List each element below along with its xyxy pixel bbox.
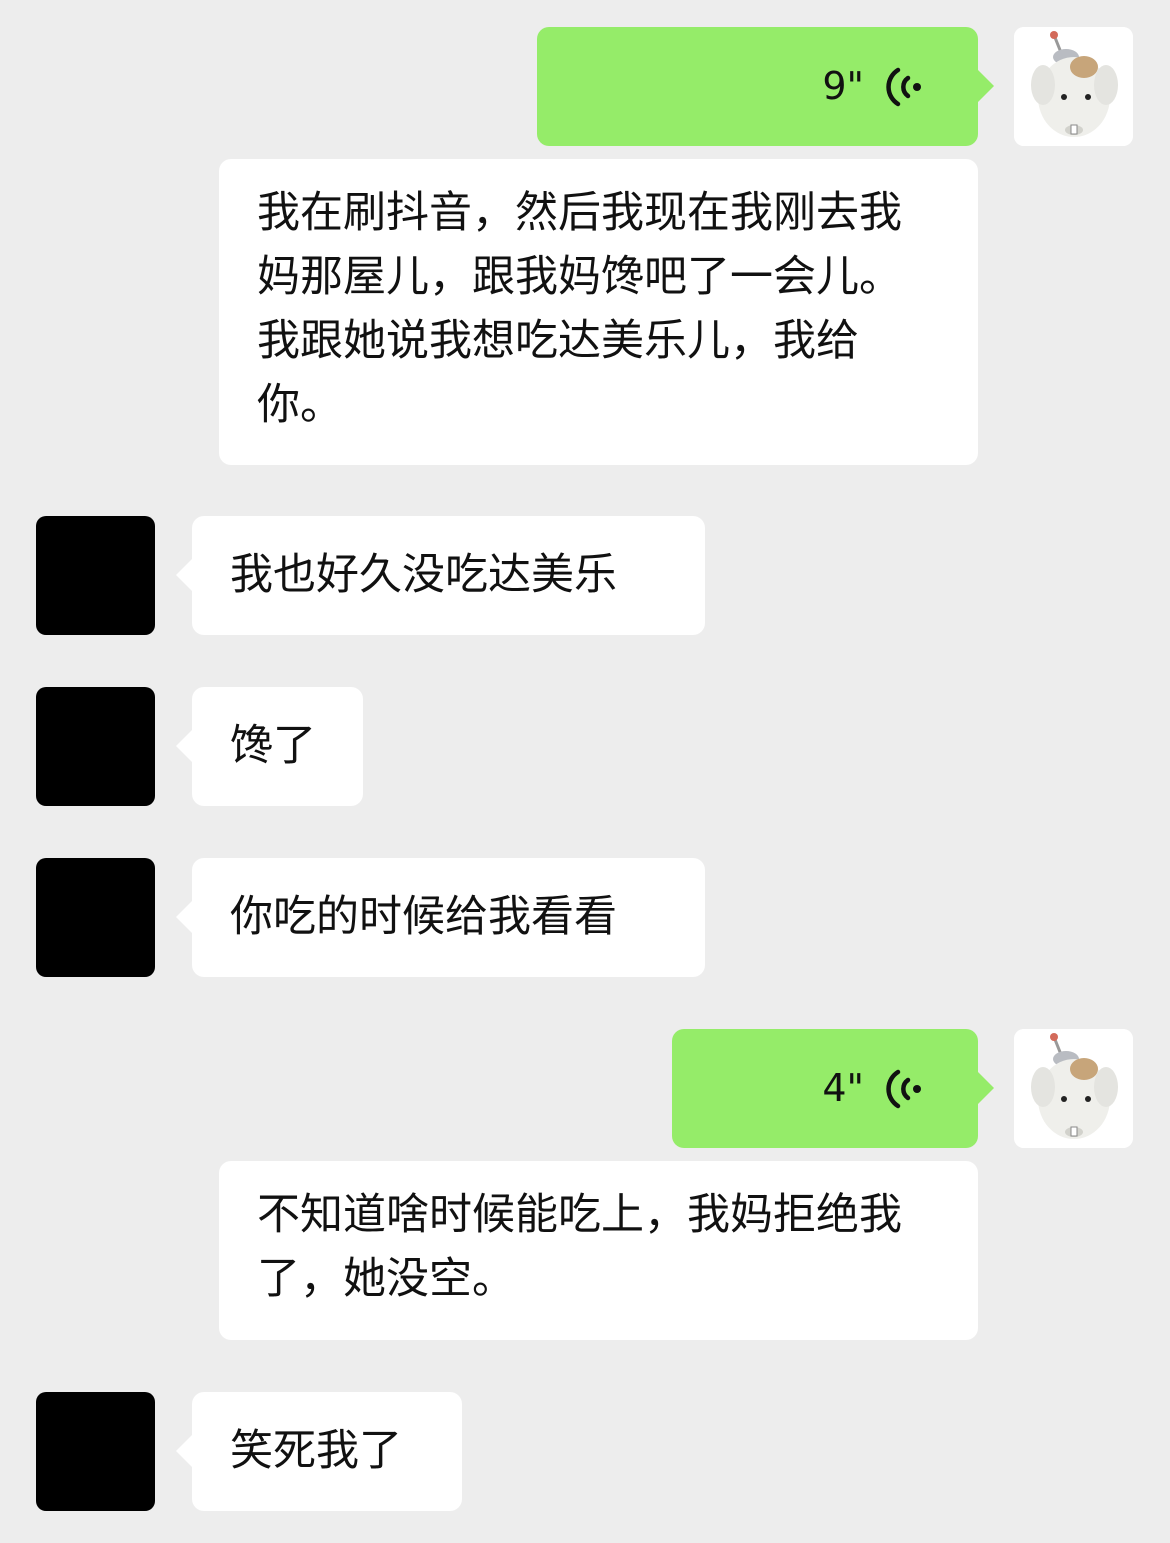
voice-wave-icon bbox=[886, 1069, 921, 1109]
contact-avatar[interactable] bbox=[36, 1392, 155, 1511]
bubble-tail bbox=[176, 1434, 193, 1468]
text-message-bubble[interactable]: 馋了 bbox=[176, 687, 363, 806]
bubble-tail bbox=[176, 900, 193, 934]
text-message-bubble[interactable]: 笑死我了 bbox=[176, 1392, 462, 1511]
voice-duration: 9" bbox=[822, 64, 864, 108]
message-text: 我在刷抖音，然后我现在我刚去我妈那屋儿，跟我妈馋吧了一会儿。我跟她说我想吃达美乐… bbox=[257, 188, 902, 430]
bubble-tail bbox=[176, 729, 193, 763]
contact-avatar[interactable] bbox=[36, 858, 155, 977]
message-text: 我也好久没吃达美乐 bbox=[230, 550, 617, 600]
bubble-tail bbox=[977, 1071, 994, 1105]
dog-plush-avatar-icon bbox=[1014, 27, 1133, 146]
bubble-tail bbox=[977, 69, 994, 103]
my-avatar[interactable] bbox=[1014, 27, 1133, 146]
message-text: 你吃的时候给我看看 bbox=[230, 892, 617, 942]
dog-plush-avatar-icon bbox=[1014, 1029, 1133, 1148]
voice-message-bubble[interactable]: 9" bbox=[537, 27, 994, 146]
voice-message-bubble[interactable]: 4" bbox=[672, 1029, 994, 1148]
my-avatar[interactable] bbox=[1014, 1029, 1133, 1148]
text-message-bubble[interactable]: 我也好久没吃达美乐 bbox=[176, 516, 705, 635]
voice-duration: 4" bbox=[822, 1066, 864, 1110]
contact-avatar[interactable] bbox=[36, 516, 155, 635]
bubble-tail bbox=[176, 558, 193, 592]
contact-avatar[interactable] bbox=[36, 687, 155, 806]
voice-wave-icon bbox=[886, 67, 921, 107]
message-text: 馋了 bbox=[230, 721, 316, 771]
text-message-bubble[interactable]: 你吃的时候给我看看 bbox=[176, 858, 705, 977]
message-text: 不知道啥时候能吃上，我妈拒绝我了，她没空。 bbox=[257, 1190, 902, 1304]
voice-transcript-bubble[interactable]: 我在刷抖音，然后我现在我刚去我妈那屋儿，跟我妈馋吧了一会儿。我跟她说我想吃达美乐… bbox=[219, 159, 978, 465]
chat-screen: { "messages": [ {"id": "m1", "side": "ri… bbox=[0, 0, 1170, 1543]
message-text: 笑死我了 bbox=[230, 1426, 402, 1476]
voice-transcript-bubble[interactable]: 不知道啥时候能吃上，我妈拒绝我了，她没空。 bbox=[219, 1161, 978, 1340]
